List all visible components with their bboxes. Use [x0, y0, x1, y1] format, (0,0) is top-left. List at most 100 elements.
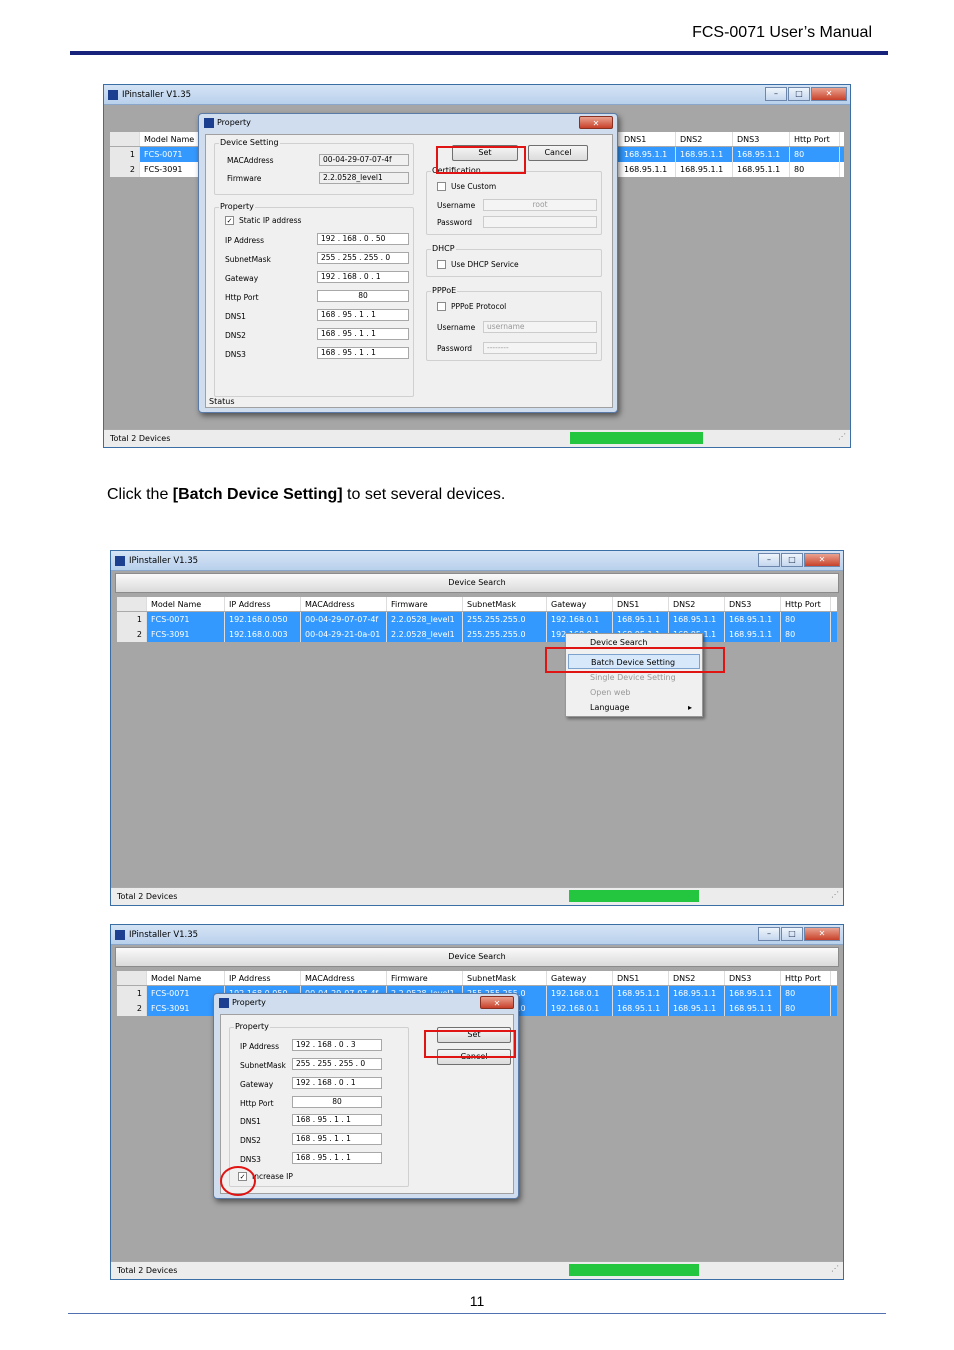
table-cell: 192.168.0.1 — [547, 986, 613, 1001]
pppoe-username-input[interactable]: username — [483, 321, 597, 333]
dns1-input[interactable]: 168 . 95 . 1 . 1 — [317, 309, 409, 321]
dns3-input[interactable]: 168 . 95 . 1 . 1 — [292, 1152, 382, 1164]
table-row[interactable]: 168.95.1.1 168.95.1.1 168.95.1.1 80 — [620, 162, 844, 177]
cert-password-input[interactable] — [483, 216, 597, 228]
dialog-icon — [204, 118, 214, 128]
table-row[interactable]: 1FCS-0071192.168.0.05000-04-29-07-07-4f2… — [117, 612, 837, 627]
dns3-input[interactable]: 168 . 95 . 1 . 1 — [317, 347, 409, 359]
submenu-arrow-icon: ▸ — [687, 703, 692, 712]
http-port-input[interactable]: 80 — [317, 290, 409, 302]
table-row[interactable]: 2FCS-3091192.168.0.00300-04-29-21-0a-012… — [117, 627, 837, 642]
page-number: 11 — [469, 1293, 485, 1309]
table-cell: 168.95.1.1 — [613, 612, 669, 627]
pppoe-group: PPPoE PPPoE Protocol Username username P… — [426, 286, 602, 361]
maximize-icon[interactable]: □ — [781, 927, 803, 941]
column-header[interactable]: DNS2 — [669, 971, 725, 985]
device-search-button[interactable]: Device Search — [115, 947, 839, 967]
col-model[interactable]: Model Name — [140, 132, 200, 146]
dialog-close-icon[interactable]: ✕ — [579, 116, 613, 129]
column-header[interactable]: DNS1 — [613, 971, 669, 985]
close-icon[interactable]: ✕ — [804, 553, 840, 567]
device-table: Model Name IP Address MACAddress Firmware Su… — [117, 597, 837, 642]
column-header[interactable]: MACAddress — [301, 971, 387, 985]
table-cell: FCS-0071 — [147, 612, 225, 627]
table-cell: 168.95.1.1 — [669, 986, 725, 1001]
dns1-input[interactable]: 168 . 95 . 1 . 1 — [292, 1114, 382, 1126]
pppoe-password-input[interactable]: -------- — [483, 342, 597, 354]
device-search-button[interactable]: Device Search — [115, 573, 839, 593]
row-number: 2 — [117, 1001, 147, 1016]
close-icon[interactable]: ✕ — [811, 87, 847, 101]
column-header[interactable]: MACAddress — [301, 597, 387, 611]
menu-open-web[interactable]: Open web — [568, 685, 700, 700]
column-header[interactable]: Firmware — [387, 597, 463, 611]
table-cell: 168.95.1.1 — [725, 612, 781, 627]
gateway-input[interactable]: 192 . 168 . 0 . 1 — [317, 271, 409, 283]
menu-language[interactable]: Language ▸ — [568, 700, 700, 715]
minimize-icon[interactable]: – — [758, 927, 780, 941]
column-header[interactable]: Firmware — [387, 971, 463, 985]
resize-grip-icon[interactable]: ⋰ — [831, 1260, 839, 1277]
column-header[interactable]: Model Name — [147, 971, 225, 985]
maximize-icon[interactable]: □ — [788, 87, 810, 101]
table-cell: 2.2.0528_level1 — [387, 612, 463, 627]
dns2-input[interactable]: 168 . 95 . 1 . 1 — [317, 328, 409, 340]
subnet-mask-input[interactable]: 255 . 255 . 255 . 0 — [317, 252, 409, 264]
table-cell: 168.95.1.1 — [725, 627, 781, 642]
row-number: 1 — [117, 986, 147, 1001]
cert-username-input[interactable]: root — [483, 199, 597, 211]
ip-address-input[interactable]: 192 . 168 . 0 . 50 — [317, 233, 409, 245]
subnet-mask-input[interactable]: 255 . 255 . 255 . 0 — [292, 1058, 382, 1070]
gateway-input[interactable]: 192 . 168 . 0 . 1 — [292, 1077, 382, 1089]
app-icon — [115, 930, 125, 940]
cancel-button[interactable]: Cancel — [528, 145, 588, 161]
column-header[interactable]: IP Address — [225, 971, 301, 985]
table-cell: 00-04-29-07-07-4f — [301, 612, 387, 627]
highlight-batch-setting — [545, 647, 725, 673]
column-header[interactable]: SubnetMask — [463, 971, 547, 985]
property-dialog: Property ✕ Device Setting MACAddress 00-… — [198, 113, 618, 413]
dhcp-checkbox[interactable] — [437, 260, 446, 269]
mac-field: 00-04-29-07-07-4f — [319, 154, 409, 166]
status-bar: Total 2 Devices ⋰ — [104, 429, 850, 447]
column-header[interactable]: Gateway — [547, 597, 613, 611]
ip-address-input[interactable]: 192 . 168 . 0 . 3 — [292, 1039, 382, 1051]
http-port-input[interactable]: 80 — [292, 1096, 382, 1108]
maximize-icon[interactable]: □ — [781, 553, 803, 567]
column-header[interactable]: DNS3 — [725, 597, 781, 611]
resize-grip-icon[interactable]: ⋰ — [831, 886, 839, 903]
certification-group: Certification Use Custom Username root P… — [426, 166, 602, 235]
table-cell: 80 — [781, 986, 831, 1001]
highlight-set-button — [424, 1030, 516, 1058]
property-group: Property IP Address 192 . 168 . 0 . 3 Su… — [229, 1022, 409, 1187]
minimize-icon[interactable]: – — [758, 553, 780, 567]
minimize-icon[interactable]: – — [765, 87, 787, 101]
column-header[interactable]: IP Address — [225, 597, 301, 611]
table-cell: 168.95.1.1 — [725, 986, 781, 1001]
table-cell: 168.95.1.1 — [669, 1001, 725, 1016]
ipinstaller-window-2: IPinstaller V1.35 – □ ✕ Device Search Mo… — [110, 550, 844, 906]
column-header[interactable]: DNS3 — [725, 971, 781, 985]
pppoe-checkbox[interactable] — [437, 302, 446, 311]
column-header[interactable]: Model Name — [147, 597, 225, 611]
resize-grip-icon[interactable]: ⋰ — [838, 428, 846, 445]
column-header[interactable]: DNS1 — [613, 597, 669, 611]
table-cell: 192.168.0.1 — [547, 1001, 613, 1016]
use-custom-checkbox[interactable] — [437, 182, 446, 191]
table-cell: FCS-3091 — [147, 627, 225, 642]
column-header[interactable]: Http Port — [781, 971, 831, 985]
title-bar: IPinstaller V1.35 – □ ✕ — [104, 85, 850, 105]
dialog-close-icon[interactable]: ✕ — [480, 996, 514, 1009]
table-cell: 80 — [781, 612, 831, 627]
ipinstaller-window-3: IPinstaller V1.35 – □ ✕ Device Search Mo… — [110, 924, 844, 1280]
dialog-title: Property — [217, 118, 251, 127]
column-header[interactable]: DNS2 — [669, 597, 725, 611]
column-header[interactable]: SubnetMask — [463, 597, 547, 611]
close-icon[interactable]: ✕ — [804, 927, 840, 941]
static-ip-checkbox[interactable]: ✓ — [225, 216, 234, 225]
dialog-body: Device Setting MACAddress 00-04-29-07-07… — [205, 134, 613, 408]
column-header[interactable]: Gateway — [547, 971, 613, 985]
column-header[interactable]: Http Port — [781, 597, 831, 611]
table-row[interactable]: 168.95.1.1 168.95.1.1 168.95.1.1 80 — [620, 147, 844, 162]
dns2-input[interactable]: 168 . 95 . 1 . 1 — [292, 1133, 382, 1145]
